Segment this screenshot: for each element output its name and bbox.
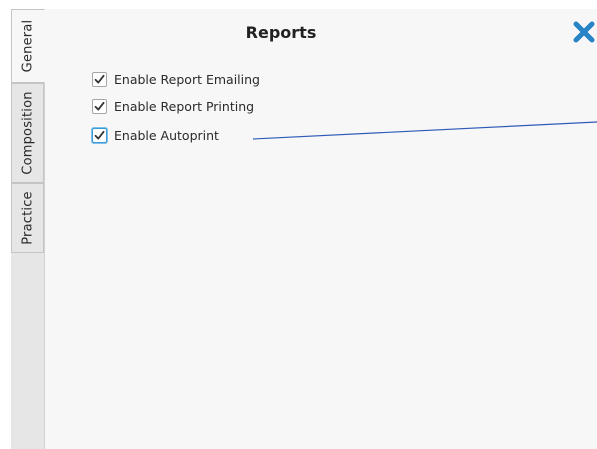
option-autoprint[interactable]: Enable Autoprint <box>92 126 219 144</box>
vertical-tab-strip: General Composition Practice <box>11 9 45 449</box>
checkmark-icon <box>94 130 105 139</box>
tab-general-label: General <box>20 19 36 73</box>
tab-composition[interactable]: Composition <box>11 83 44 183</box>
option-report-emailing[interactable]: Enable Report Emailing <box>92 70 260 88</box>
checkmark-icon <box>94 101 105 110</box>
close-button[interactable] <box>571 19 597 45</box>
settings-window: General Composition Practice Reports Ena… <box>0 0 597 449</box>
reports-panel: Reports Enable Report Emailing Enable Re… <box>45 9 597 449</box>
tab-practice[interactable]: Practice <box>11 183 44 253</box>
tab-general[interactable]: General <box>11 9 45 83</box>
page-title: Reports <box>245 23 317 42</box>
report-printing-label: Enable Report Printing <box>114 98 255 114</box>
close-x-icon <box>573 21 595 43</box>
tab-composition-label: Composition <box>20 91 35 175</box>
option-report-printing[interactable]: Enable Report Printing <box>92 97 254 115</box>
report-printing-checkbox[interactable] <box>92 98 107 114</box>
report-emailing-label: Enable Report Emailing <box>114 71 260 87</box>
autoprint-label: Enable Autoprint <box>114 127 219 143</box>
report-emailing-checkbox[interactable] <box>92 71 107 87</box>
checkmark-icon <box>94 74 105 83</box>
autoprint-checkbox[interactable] <box>92 127 107 143</box>
tab-practice-label: Practice <box>20 191 35 245</box>
